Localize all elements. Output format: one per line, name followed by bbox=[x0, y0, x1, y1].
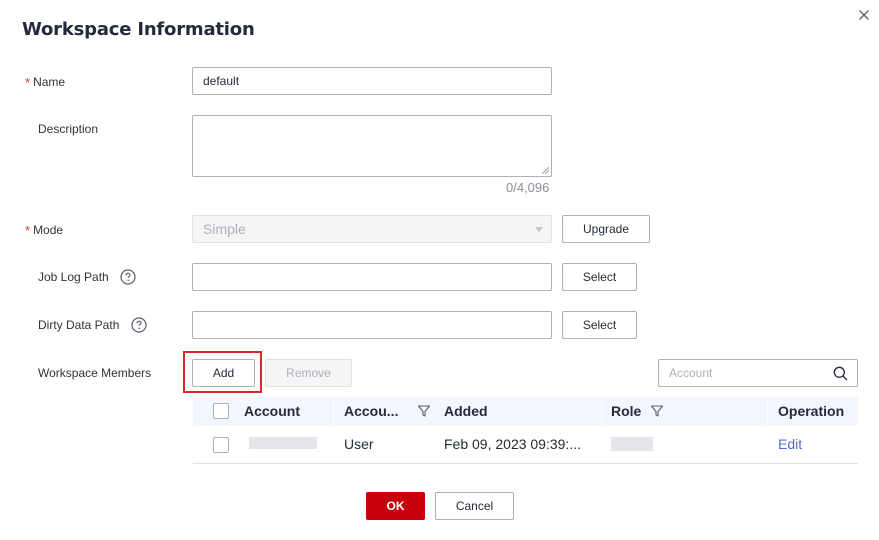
help-icon[interactable] bbox=[120, 269, 136, 285]
column-divider bbox=[601, 397, 602, 426]
row-checkbox[interactable] bbox=[213, 437, 229, 453]
column-header-added[interactable]: Added bbox=[444, 403, 488, 419]
mode-label-row: * Mode bbox=[25, 222, 64, 238]
masked-role bbox=[611, 437, 653, 451]
members-table-header: Account Accou... Added Role Operation bbox=[193, 397, 858, 426]
chevron-down-icon bbox=[535, 227, 543, 232]
description-counter: 0/4,096 bbox=[506, 180, 550, 195]
mode-select-value: Simple bbox=[203, 221, 246, 237]
description-label: Description bbox=[38, 122, 99, 136]
row-edit-link[interactable]: Edit bbox=[778, 436, 802, 452]
column-header-account[interactable]: Account bbox=[244, 403, 300, 419]
row-divider bbox=[193, 463, 858, 464]
job-log-path-select-button[interactable]: Select bbox=[562, 263, 637, 291]
filter-icon[interactable] bbox=[650, 404, 664, 418]
name-label: Name bbox=[33, 75, 66, 89]
name-label-row: * Name bbox=[25, 74, 66, 90]
table-row: User Feb 09, 2023 09:39:... Edit bbox=[193, 426, 858, 463]
dirty-data-path-label: Dirty Data Path bbox=[38, 318, 120, 332]
search-icon[interactable] bbox=[833, 366, 848, 381]
dirty-data-path-input[interactable] bbox=[192, 311, 552, 339]
workspace-members-label: Workspace Members bbox=[38, 366, 152, 380]
account-search-input[interactable]: Account bbox=[658, 359, 858, 387]
mode-select: Simple bbox=[192, 215, 552, 243]
column-divider bbox=[767, 397, 768, 426]
ok-button[interactable]: OK bbox=[366, 492, 425, 520]
column-divider bbox=[333, 397, 334, 426]
help-icon[interactable] bbox=[131, 317, 147, 333]
dirty-data-path-select-button[interactable]: Select bbox=[562, 311, 637, 339]
remove-member-button: Remove bbox=[265, 359, 352, 387]
name-input-value: default bbox=[203, 74, 240, 88]
close-icon[interactable] bbox=[855, 6, 873, 24]
add-member-button[interactable]: Add bbox=[192, 359, 255, 387]
column-header-operation: Operation bbox=[778, 403, 845, 419]
resize-grip-icon[interactable] bbox=[542, 167, 549, 174]
account-search-placeholder: Account bbox=[669, 366, 713, 380]
masked-account-name bbox=[249, 437, 317, 449]
row-added-time: Feb 09, 2023 09:39:... bbox=[444, 436, 581, 452]
column-header-account-type[interactable]: Accou... bbox=[344, 403, 398, 419]
description-textarea[interactable] bbox=[192, 115, 552, 177]
required-asterisk: * bbox=[25, 223, 31, 238]
select-all-checkbox[interactable] bbox=[213, 403, 229, 419]
dialog-title: Workspace Information bbox=[22, 19, 255, 40]
column-header-role[interactable]: Role bbox=[611, 403, 641, 419]
job-log-path-label: Job Log Path bbox=[38, 270, 109, 284]
upgrade-button[interactable]: Upgrade bbox=[562, 215, 650, 243]
row-account-type: User bbox=[344, 436, 374, 452]
job-log-path-input[interactable] bbox=[192, 263, 552, 291]
mode-label: Mode bbox=[33, 223, 64, 237]
cancel-button[interactable]: Cancel bbox=[435, 492, 514, 520]
required-asterisk: * bbox=[25, 75, 31, 90]
name-input[interactable]: default bbox=[192, 67, 552, 95]
filter-icon[interactable] bbox=[417, 404, 431, 418]
